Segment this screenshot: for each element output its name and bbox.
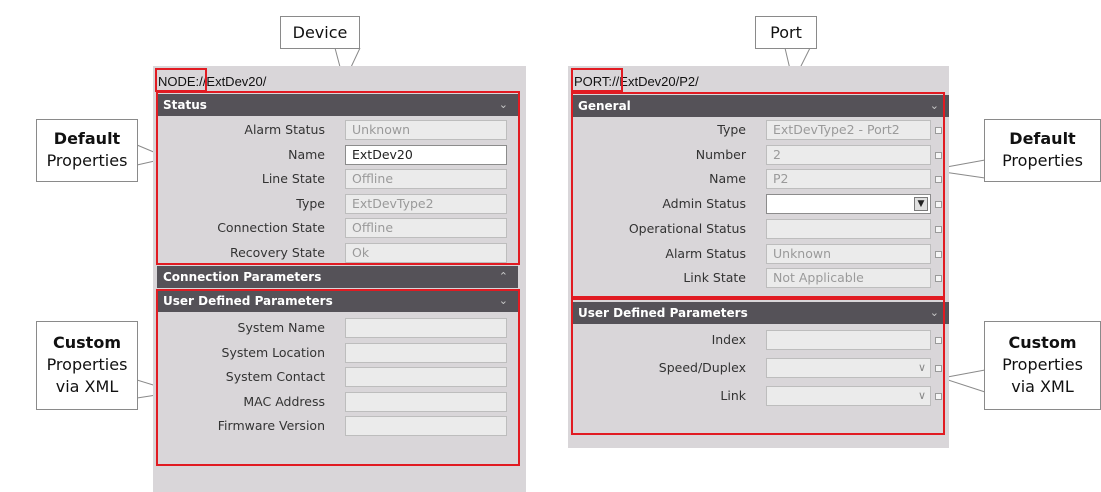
left-custom-line2: Properties — [46, 355, 128, 374]
device-callout: Device — [280, 16, 360, 49]
left-custom-properties-callout: Custom Properties via XML — [36, 321, 138, 410]
port-prefix-highlight — [571, 68, 623, 92]
right-custom-line3: via XML — [1011, 377, 1074, 396]
port-callout: Port — [755, 16, 817, 49]
left-default-bold: Default — [53, 129, 121, 148]
right-default-properties-callout: Default Properties — [984, 119, 1101, 182]
left-custom-bold: Custom — [53, 333, 121, 352]
port-custom-properties-highlight — [571, 298, 945, 435]
left-default-properties-callout: Default Properties — [36, 119, 138, 182]
port-callout-text: Port — [770, 23, 802, 42]
port-default-properties-highlight — [571, 92, 945, 298]
device-node-prefix-highlight — [155, 68, 207, 92]
right-default-bold: Default — [1009, 129, 1076, 148]
right-custom-line2: Properties — [1002, 355, 1083, 374]
device-default-properties-highlight — [156, 91, 520, 265]
device-path-rest: //ExtDev20/ — [199, 74, 267, 89]
connection-parameters-section-header[interactable]: Connection Parameters ⌃ — [157, 266, 518, 288]
device-custom-properties-highlight — [156, 289, 520, 466]
right-custom-bold: Custom — [1008, 333, 1077, 352]
left-default-rest: Properties — [46, 151, 128, 170]
left-custom-line3: via XML — [55, 377, 119, 396]
right-custom-properties-callout: Custom Properties via XML — [984, 321, 1101, 410]
chevron-up-icon: ⌃ — [498, 270, 508, 283]
port-path-rest: //ExtDev20/P2/ — [612, 74, 699, 89]
device-callout-text: Device — [292, 23, 348, 42]
connection-parameters-title: Connection Parameters — [163, 270, 322, 284]
right-default-rest: Properties — [1002, 151, 1083, 170]
